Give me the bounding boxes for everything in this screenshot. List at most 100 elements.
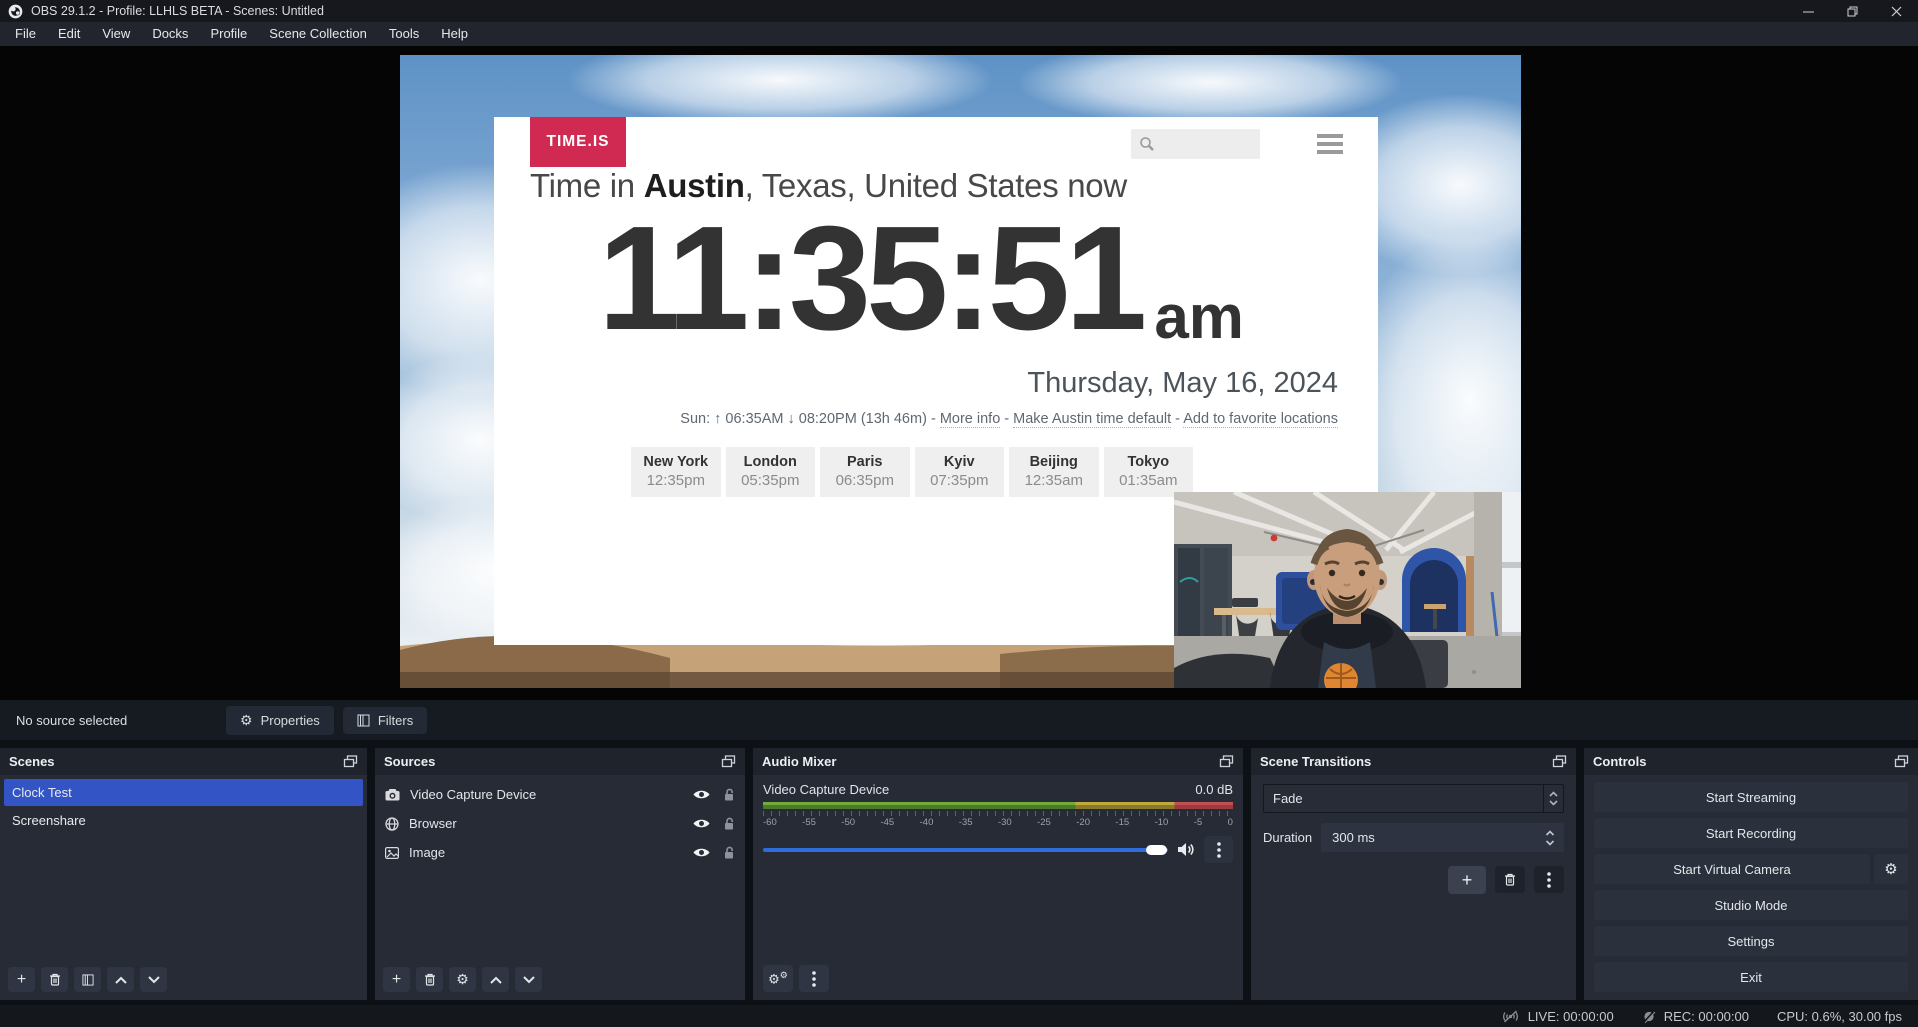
restore-button[interactable] [1830,0,1874,22]
source-up-button[interactable] [482,967,509,992]
chevron-down-icon [523,976,535,984]
remove-scene-button[interactable] [41,967,68,992]
window-title: OBS 29.1.2 - Profile: LLHLS BETA - Scene… [31,4,324,18]
lock-icon[interactable] [723,788,735,801]
scene-item-clock-test[interactable]: Clock Test [4,779,363,806]
source-row-image[interactable]: Image [375,839,745,866]
transition-select[interactable]: Fade [1263,784,1564,813]
scenes-title: Scenes [9,754,55,769]
menu-scene-collection[interactable]: Scene Collection [258,22,378,46]
start-recording-button[interactable]: Start Recording [1594,818,1908,848]
kebab-icon [812,971,816,987]
properties-button[interactable]: ⚙ Properties [226,706,334,735]
menu-file[interactable]: File [4,22,47,46]
menu-edit[interactable]: Edit [47,22,91,46]
menu-tools[interactable]: Tools [378,22,430,46]
source-row-browser[interactable]: Browser [375,810,745,837]
mixer-options-button[interactable] [1204,836,1233,863]
mixer-menu-button[interactable] [799,965,829,992]
volume-slider-handle[interactable] [1146,845,1167,855]
popout-icon[interactable] [343,755,358,768]
world-cities-row: New York12:35pm London05:35pm Paris06:35… [631,447,1193,497]
duration-spinbox[interactable]: 300 ms [1321,823,1564,852]
preview-area: TIME.IS Time in Austin, Texas, United St… [0,46,1918,700]
rec-status: REC: 00:00:00 [1642,1009,1749,1024]
clock-row: 11:35:51 am [494,209,1348,350]
transition-properties-button[interactable] [1534,866,1564,893]
audio-mixer-toolbar: ⚙⚙ [763,965,1233,992]
speaker-icon[interactable] [1177,842,1195,857]
start-virtual-camera-button[interactable]: Start Virtual Camera [1594,854,1870,884]
city-card: Kyiv07:35pm [915,447,1005,497]
city-card: London05:35pm [726,447,816,497]
combo-spinner[interactable] [1543,785,1563,812]
duration-value: 300 ms [1321,830,1545,845]
source-row-video-capture[interactable]: Video Capture Device [375,781,745,808]
sources-title: Sources [384,754,435,769]
chevron-up-icon [490,976,502,984]
hamburger-menu-icon [1317,134,1343,154]
program-canvas[interactable]: TIME.IS Time in Austin, Texas, United St… [400,55,1521,688]
controls-panel: Controls Start Streaming Start Recording… [1584,748,1918,1000]
remove-source-button[interactable] [416,967,443,992]
current-date: Thursday, May 16, 2024 [494,367,1338,400]
menu-profile[interactable]: Profile [199,22,258,46]
scenes-toolbar: + [0,959,367,1000]
window-controls [1786,0,1918,22]
timeis-logo: TIME.IS [530,117,626,167]
exit-button[interactable]: Exit [1594,962,1908,992]
add-transition-button[interactable]: + [1448,866,1486,894]
popout-icon[interactable] [721,755,736,768]
clock-meridiem: am [1154,285,1244,350]
sun-times: Sun: ↑ 06:35AM ↓ 08:20PM (13h 46m) [680,411,927,427]
menu-help[interactable]: Help [430,22,479,46]
sources-header: Sources [375,748,745,775]
source-down-button[interactable] [515,967,542,992]
volume-slider[interactable] [763,848,1168,852]
trash-icon [49,973,61,986]
chevron-up-icon [1545,830,1555,836]
add-source-button[interactable]: + [383,967,410,992]
obs-window: OBS 29.1.2 - Profile: LLHLS BETA - Scene… [0,0,1918,1027]
source-context-bar: No source selected ⚙ Properties Filters [0,700,1918,740]
add-scene-button[interactable]: + [8,967,35,992]
menu-view[interactable]: View [91,22,141,46]
trash-icon [1504,873,1516,886]
chevron-down-icon [1549,800,1558,806]
scene-up-button[interactable] [107,967,134,992]
cpu-fps-status: CPU: 0.6%, 30.00 fps [1777,1009,1902,1024]
meter-tick-labels: -60-55-50-45-40-35-30-25-20-15-10-50 [763,817,1233,828]
visibility-eye-icon[interactable] [693,847,710,858]
record-inactive-icon [1642,1010,1656,1023]
lock-icon[interactable] [723,817,735,830]
title-bar: OBS 29.1.2 - Profile: LLHLS BETA - Scene… [0,0,1918,22]
source-status-text: No source selected [16,713,226,728]
scene-filters-button[interactable] [74,967,101,992]
lock-icon[interactable] [723,846,735,859]
advanced-audio-button[interactable]: ⚙⚙ [763,965,793,992]
visibility-eye-icon[interactable] [693,789,710,800]
start-streaming-button[interactable]: Start Streaming [1594,782,1908,812]
remove-transition-button[interactable] [1495,866,1525,893]
minimize-button[interactable] [1786,0,1830,22]
search-icon [1139,136,1155,152]
popout-icon[interactable] [1219,755,1234,768]
popout-icon[interactable] [1894,755,1909,768]
close-button[interactable] [1874,0,1918,22]
settings-button[interactable]: Settings [1594,926,1908,956]
menu-docks[interactable]: Docks [141,22,199,46]
dual-gear-icon: ⚙⚙ [768,970,788,987]
mixer-level-db: 0.0 dB [1195,782,1233,797]
transitions-header: Scene Transitions [1251,748,1576,775]
visibility-eye-icon[interactable] [693,818,710,829]
popout-icon[interactable] [1552,755,1567,768]
filters-button[interactable]: Filters [343,707,427,734]
studio-mode-button[interactable]: Studio Mode [1594,890,1908,920]
source-properties-button[interactable]: ⚙ [449,967,476,992]
sources-panel: Sources Video Capture Device [375,748,745,1000]
scene-item-screenshare[interactable]: Screenshare [4,807,363,834]
filters-icon [82,974,94,986]
scene-down-button[interactable] [140,967,167,992]
virtual-camera-settings-button[interactable]: ⚙ [1874,854,1908,884]
dock-area: Scenes Clock Test Screenshare + [0,740,1918,1002]
